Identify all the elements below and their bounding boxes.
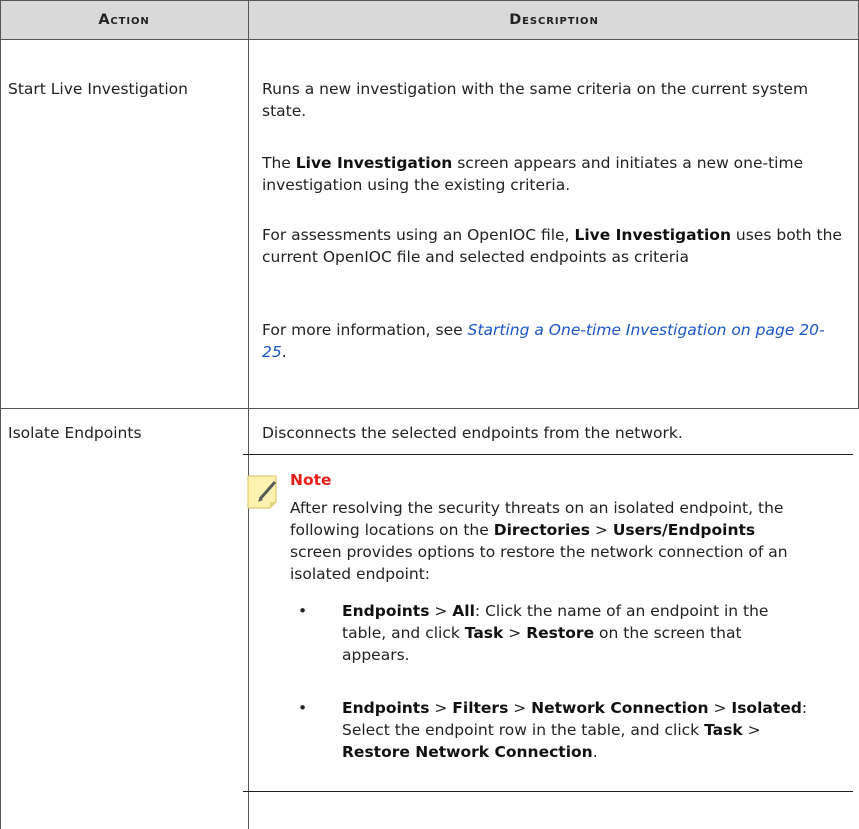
row1-p2-bold: Live Investigation — [295, 154, 453, 172]
note-bullet-2: Endpoints > Filters > Network Connection… — [342, 697, 812, 763]
action-start-live-investigation: Start Live Investigation — [8, 80, 188, 98]
b2-task: Task — [704, 721, 743, 739]
row2-p1-text: Disconnects the selected endpoints from … — [262, 424, 683, 442]
b1-restore: Restore — [526, 624, 595, 642]
header-action-label: Action — [98, 11, 150, 28]
b2-sep-3: > — [708, 699, 732, 717]
row1-p4-text-a: For more information, see — [262, 321, 468, 339]
row1-p3-bold: Live Investigation — [574, 226, 731, 244]
note-bottom-rule — [243, 791, 853, 792]
row1-description-p1: Runs a new investigation with the same c… — [262, 78, 842, 122]
b2-isolated: Isolated — [731, 699, 802, 717]
row1-description-p4: For more information, see Starting a One… — [262, 319, 842, 363]
note-text-2: screen provides options to restore the n… — [290, 543, 788, 583]
action-isolate-endpoints: Isolate Endpoints — [8, 424, 142, 442]
note-pencil-icon — [247, 475, 277, 509]
note-top-rule — [243, 454, 853, 455]
bullet-dot-2: • — [298, 699, 308, 717]
header-description-label: Description — [509, 11, 599, 28]
table-left-border — [0, 0, 1, 829]
column-divider — [248, 0, 249, 829]
b1-sep-1: > — [429, 602, 453, 620]
column-header-description: Description — [249, 0, 859, 40]
row1-p1-text: Runs a new investigation with the same c… — [262, 80, 809, 120]
bullet-dot-1: • — [298, 602, 308, 620]
note-body: After resolving the security threats on … — [290, 497, 790, 585]
b2-sep-2: > — [508, 699, 532, 717]
b2-network-connection: Network Connection — [531, 699, 709, 717]
b2-filters: Filters — [452, 699, 509, 717]
note-bold-users-endpoints: Users/Endpoints — [612, 521, 756, 539]
b1-all: All — [452, 602, 475, 620]
b2-endpoints: Endpoints — [342, 699, 430, 717]
row-divider — [0, 408, 859, 409]
row1-description-p2: The Live Investigation screen appears an… — [262, 152, 842, 196]
b1-task: Task — [464, 624, 504, 642]
b2-sep-4: > — [742, 721, 761, 739]
row1-p3-text-a: For assessments using an OpenIOC file, — [262, 226, 575, 244]
b2-restore-network-connection: Restore Network Connection — [342, 743, 593, 761]
row1-p4-text-c: . — [281, 343, 287, 361]
b1-sep-2: > — [503, 624, 527, 642]
column-header-action: Action — [0, 0, 248, 40]
actions-table: Action Description Start Live Investigat… — [0, 0, 859, 829]
row2-description-p1: Disconnects the selected endpoints from … — [262, 422, 842, 444]
note-title: Note — [290, 471, 332, 489]
note-text-sep: > — [590, 521, 613, 539]
b2-sep-1: > — [429, 699, 453, 717]
note-bold-directories: Directories — [493, 521, 590, 539]
b1-endpoints: Endpoints — [342, 602, 430, 620]
note-bullet-1: Endpoints > All: Click the name of an en… — [342, 600, 812, 666]
row1-p2-text-a: The — [262, 154, 296, 172]
b2-period: . — [592, 743, 598, 761]
row1-description-p3: For assessments using an OpenIOC file, L… — [262, 224, 842, 268]
table-top-border — [0, 0, 859, 1]
